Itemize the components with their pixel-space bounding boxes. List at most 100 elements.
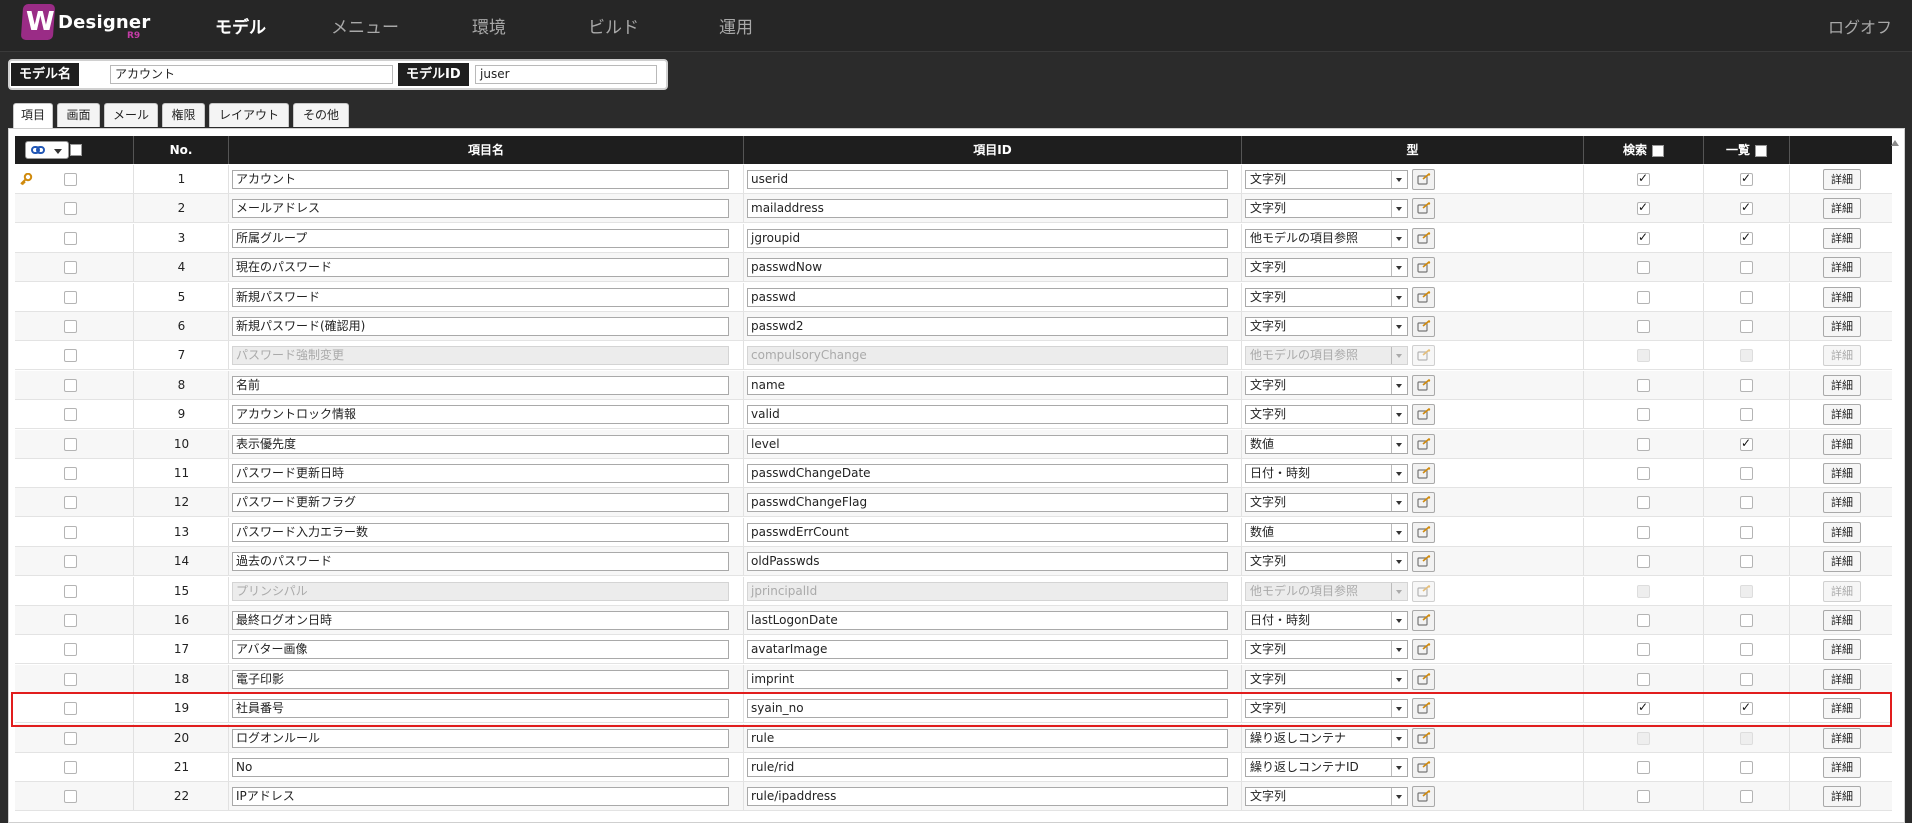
type-settings-button[interactable] (1412, 463, 1435, 484)
search-all-checkbox[interactable] (1652, 144, 1664, 157)
detail-button[interactable]: 詳細 (1823, 316, 1861, 337)
list-checkbox[interactable] (1740, 436, 1753, 451)
row-select-checkbox[interactable] (64, 672, 77, 686)
search-checkbox[interactable] (1637, 790, 1650, 804)
item-name-input[interactable]: 現在のパスワード (232, 258, 729, 278)
type-settings-button[interactable] (1412, 639, 1435, 661)
type-settings-button[interactable] (1412, 786, 1435, 808)
detail-button[interactable]: 詳細 (1823, 198, 1861, 220)
item-id-input[interactable]: name (747, 375, 1228, 395)
link-menu-button[interactable] (25, 141, 69, 159)
tab-mail[interactable]: メール (104, 103, 158, 127)
list-checkbox[interactable] (1740, 731, 1753, 745)
type-settings-button[interactable] (1412, 404, 1435, 426)
row-select-checkbox[interactable] (64, 790, 77, 804)
row-select-checkbox[interactable] (64, 555, 77, 569)
detail-button[interactable]: 詳細 (1823, 169, 1861, 190)
search-checkbox[interactable] (1637, 672, 1650, 686)
detail-button[interactable]: 詳細 (1823, 227, 1861, 249)
list-checkbox[interactable] (1740, 290, 1753, 304)
type-select[interactable]: 他モデルの項目参照 (1245, 228, 1408, 248)
row-select-checkbox[interactable] (64, 173, 77, 186)
row-select-checkbox[interactable] (64, 584, 77, 598)
list-checkbox[interactable] (1740, 761, 1753, 774)
type-select[interactable]: 文字列 (1245, 170, 1408, 189)
detail-button[interactable]: 詳細 (1823, 639, 1861, 661)
list-all-checkbox[interactable] (1755, 144, 1767, 157)
search-checkbox[interactable] (1637, 731, 1650, 745)
scroll-up-arrow[interactable] (1891, 140, 1899, 146)
item-name-input[interactable]: IPアドレス (232, 787, 729, 807)
list-checkbox[interactable] (1740, 614, 1753, 627)
row-select-checkbox[interactable] (64, 408, 77, 422)
search-checkbox[interactable] (1637, 378, 1650, 392)
type-select[interactable]: 他モデルの項目参照 (1245, 581, 1408, 601)
item-id-input[interactable]: mailaddress (747, 199, 1228, 219)
type-select[interactable]: 文字列 (1245, 787, 1408, 807)
item-name-input[interactable]: 新規パスワード (232, 287, 729, 307)
item-id-input[interactable]: compulsoryChange (747, 346, 1228, 366)
search-checkbox[interactable] (1637, 349, 1650, 363)
type-select[interactable]: 文字列 (1245, 375, 1408, 395)
type-select[interactable]: 文字列 (1245, 493, 1408, 513)
search-checkbox[interactable] (1637, 200, 1650, 216)
tab-layout[interactable]: レイアウト (209, 103, 289, 127)
row-select-checkbox[interactable] (64, 378, 77, 392)
item-name-input[interactable]: 所属グループ (232, 228, 729, 248)
type-settings-button[interactable] (1412, 257, 1435, 279)
detail-button[interactable]: 詳細 (1823, 374, 1861, 396)
list-checkbox[interactable] (1740, 496, 1753, 510)
row-select-checkbox[interactable] (64, 437, 77, 451)
type-settings-button[interactable] (1412, 433, 1435, 455)
item-id-input[interactable]: level (747, 434, 1228, 454)
tab-screen[interactable]: 画面 (57, 103, 100, 127)
type-settings-button[interactable] (1412, 169, 1435, 190)
type-settings-button[interactable] (1412, 286, 1435, 308)
item-id-input[interactable]: valid (747, 405, 1228, 425)
detail-button[interactable]: 詳細 (1823, 463, 1861, 484)
list-checkbox[interactable] (1740, 467, 1753, 480)
item-name-input[interactable]: パスワード更新日時 (232, 464, 729, 483)
item-id-input[interactable]: avatarImage (747, 640, 1228, 660)
search-checkbox[interactable] (1637, 171, 1650, 186)
row-select-checkbox[interactable] (64, 467, 77, 480)
type-settings-button[interactable] (1412, 345, 1435, 367)
list-checkbox[interactable] (1740, 320, 1753, 333)
list-checkbox[interactable] (1740, 790, 1753, 804)
search-checkbox[interactable] (1637, 584, 1650, 598)
detail-button[interactable]: 詳細 (1823, 610, 1861, 631)
item-id-input[interactable]: passwd2 (747, 317, 1228, 336)
detail-button[interactable]: 詳細 (1823, 286, 1861, 308)
list-checkbox[interactable] (1740, 672, 1753, 686)
list-checkbox[interactable] (1740, 525, 1753, 539)
row-select-checkbox[interactable] (64, 231, 77, 245)
item-name-input[interactable]: アカウント (232, 170, 729, 189)
row-select-checkbox[interactable] (64, 202, 77, 216)
nav-item-environment[interactable]: 環境 (472, 13, 506, 38)
item-name-input[interactable]: アバター画像 (232, 640, 729, 660)
item-name-input[interactable]: 表示優先度 (232, 434, 729, 454)
search-checkbox[interactable] (1637, 437, 1650, 451)
type-settings-button[interactable] (1412, 521, 1435, 543)
search-checkbox[interactable] (1637, 496, 1650, 510)
type-settings-button[interactable] (1412, 316, 1435, 337)
list-checkbox[interactable] (1740, 200, 1753, 216)
row-select-checkbox[interactable] (64, 349, 77, 363)
select-all-checkbox[interactable] (70, 144, 82, 156)
item-id-input[interactable]: rule (747, 728, 1228, 748)
nav-item-model[interactable]: モデル (215, 13, 266, 38)
search-checkbox[interactable] (1637, 467, 1650, 480)
search-checkbox[interactable] (1637, 643, 1650, 657)
item-id-input[interactable]: lastLogonDate (747, 611, 1228, 630)
type-select[interactable]: 文字列 (1245, 258, 1408, 278)
row-select-checkbox[interactable] (64, 525, 77, 539)
search-checkbox[interactable] (1637, 320, 1650, 333)
row-select-checkbox[interactable] (64, 614, 77, 627)
item-name-input[interactable]: 社員番号 (232, 699, 729, 719)
type-settings-button[interactable] (1412, 198, 1435, 220)
detail-button[interactable]: 詳細 (1823, 727, 1861, 749)
detail-button[interactable]: 詳細 (1823, 492, 1861, 514)
type-select[interactable]: 繰り返しコンテナ (1245, 728, 1408, 748)
type-settings-button[interactable] (1412, 551, 1435, 573)
type-select[interactable]: 日付・時刻 (1245, 611, 1408, 630)
